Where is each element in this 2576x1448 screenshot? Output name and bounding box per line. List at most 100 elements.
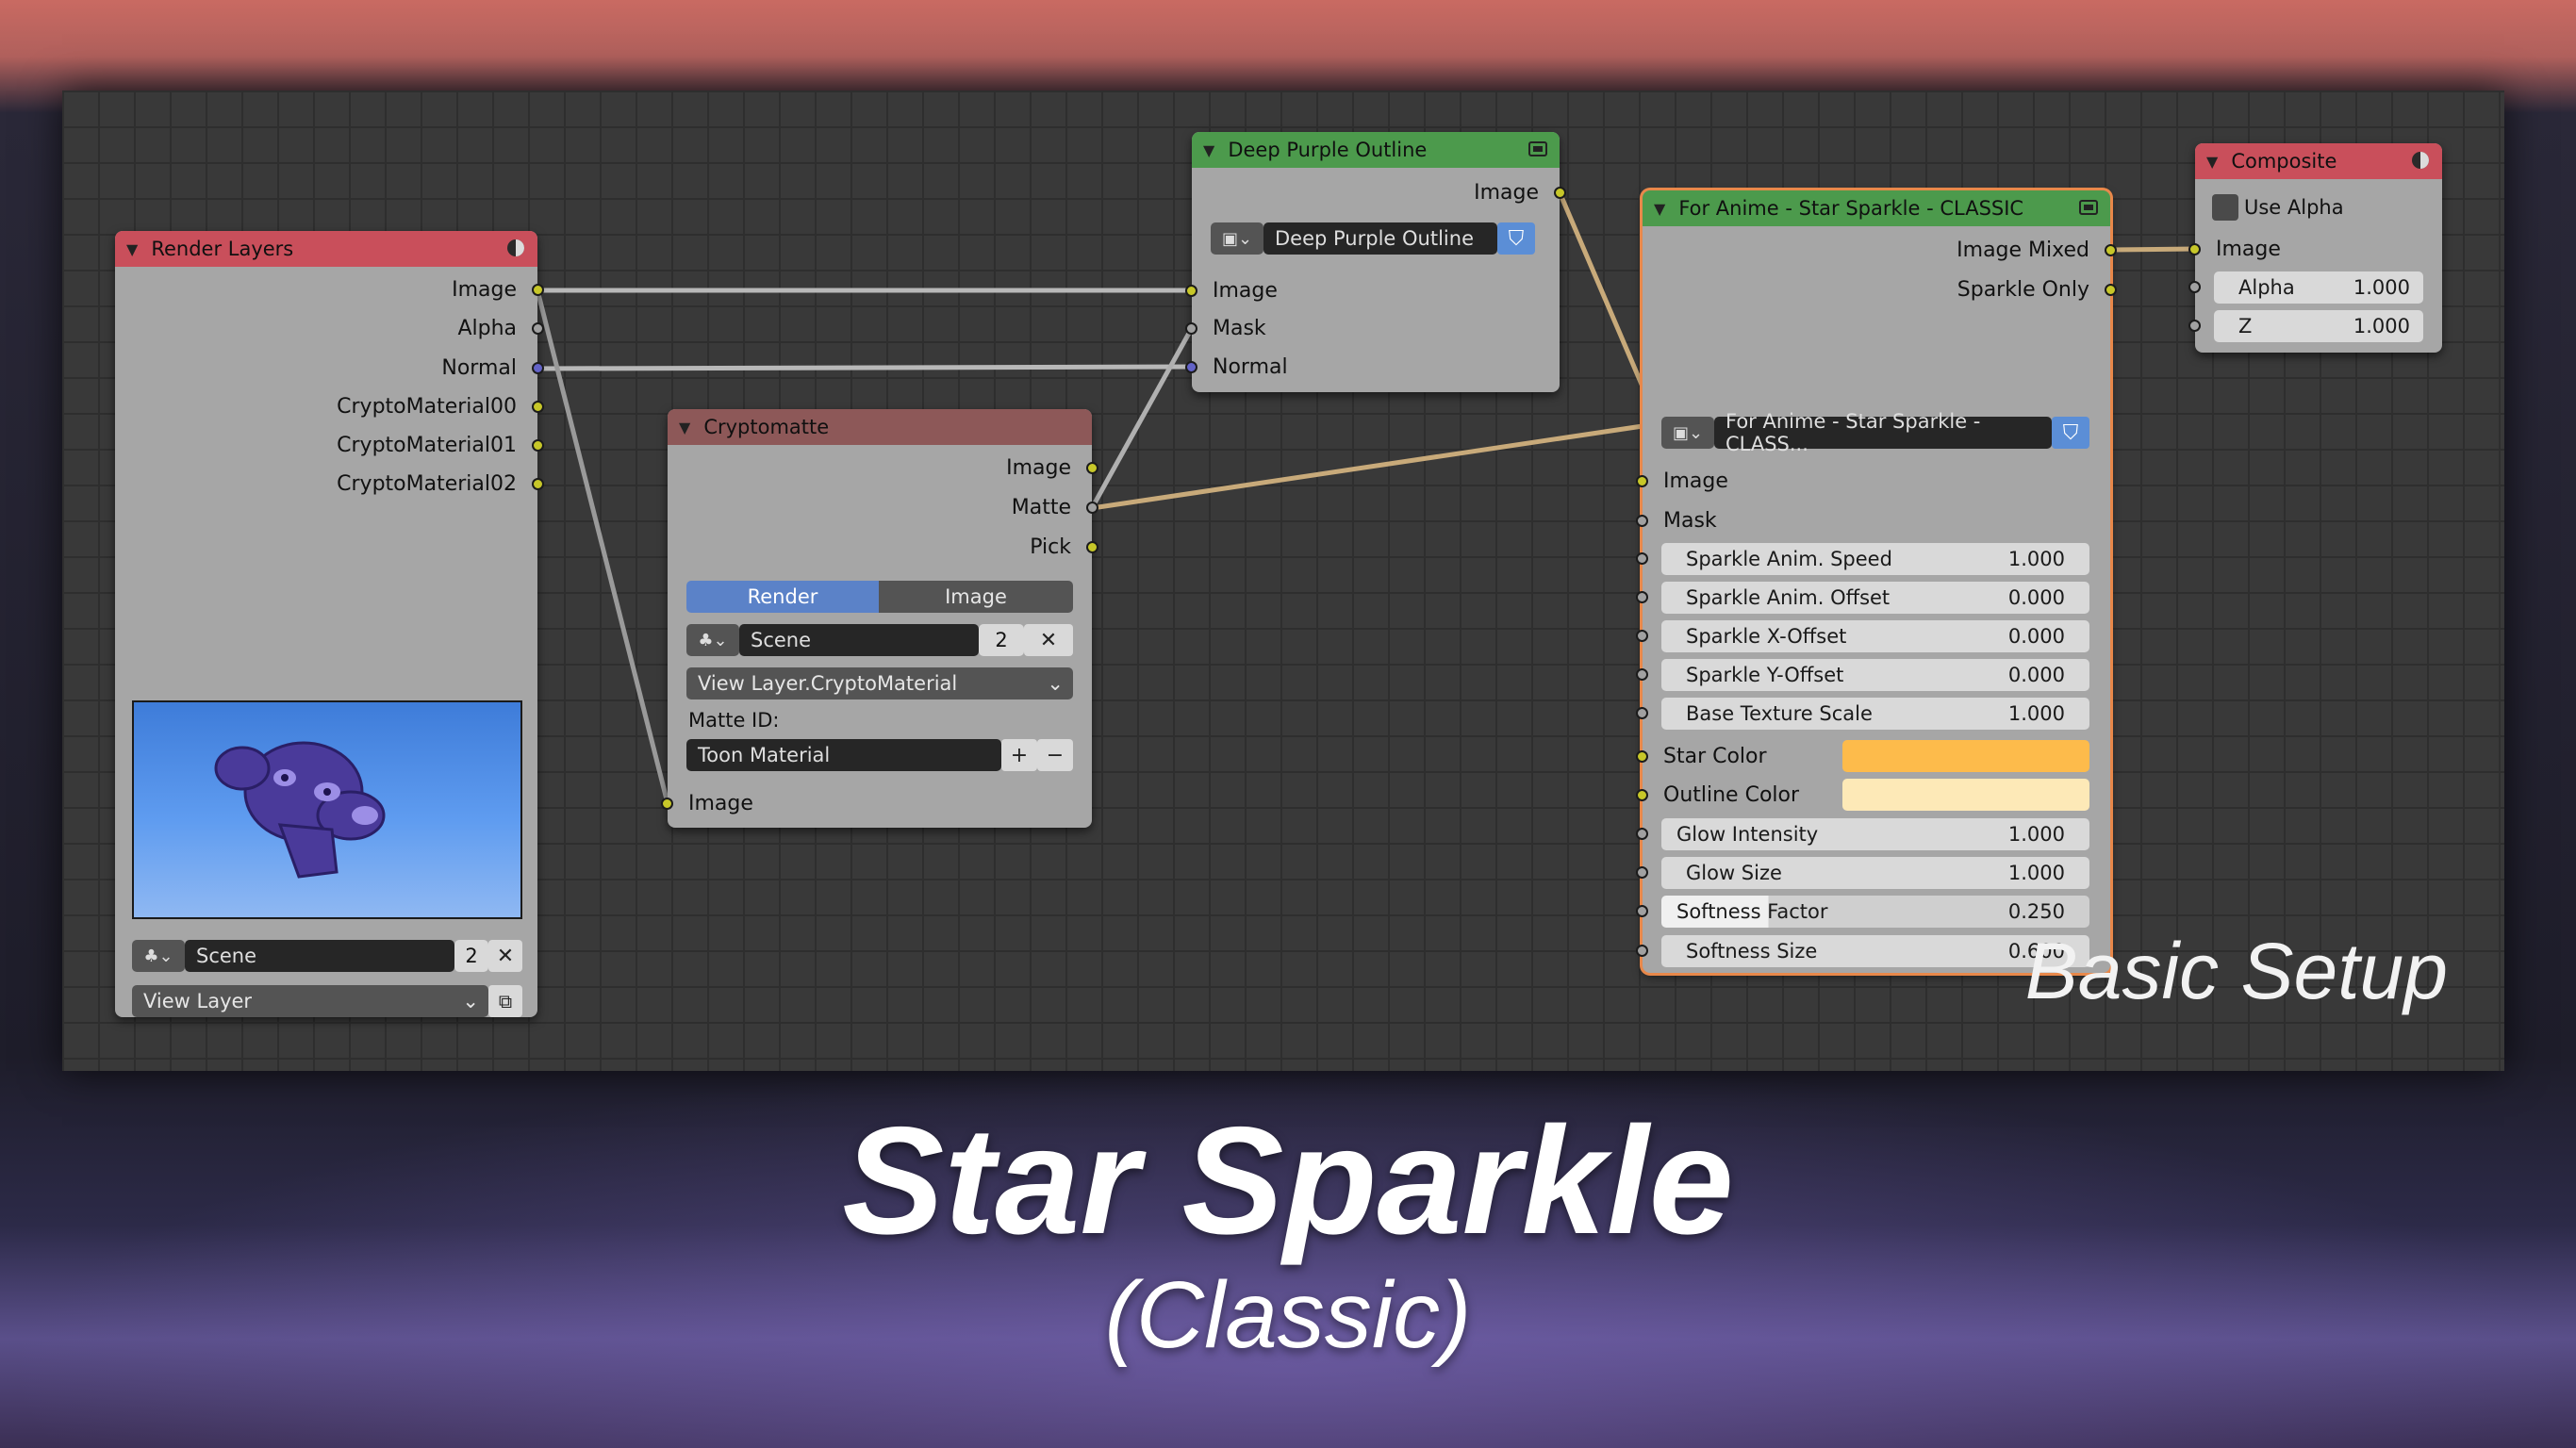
dpo-input-normal: Normal: [1185, 350, 1560, 384]
sparkle-input-mask: Mask: [1636, 503, 2110, 537]
socket-outline-color-in[interactable]: [1636, 788, 1648, 801]
socket-param-in[interactable]: [1636, 866, 1648, 879]
link-sparkle-mixed-composite-image: [2109, 246, 2196, 253]
socket-alpha-out[interactable]: [532, 321, 544, 335]
socket-cm02-out[interactable]: [532, 477, 544, 490]
use-alpha-checkbox[interactable]: [2212, 194, 2238, 221]
view-layer-select[interactable]: View Layer ⌄: [132, 985, 488, 1017]
star-sparkle-node[interactable]: ▼ For Anime - Star Sparkle - CLASSIC Ima…: [1636, 190, 2117, 973]
fake-user-shield-icon[interactable]: ⛉: [1497, 222, 1535, 255]
dpo-group-name-field[interactable]: Deep Purple Outline: [1263, 222, 1497, 255]
socket-sparkle-image-in[interactable]: [1636, 474, 1648, 487]
socket-image-mixed-out[interactable]: [2105, 243, 2117, 256]
socket-crypto-matte-out[interactable]: [1086, 501, 1098, 514]
tab-render[interactable]: Render: [686, 581, 879, 613]
link-rl-normal-dpo-normal: [537, 364, 1193, 371]
socket-param-in[interactable]: [1636, 905, 1648, 917]
collapse-triangle-icon[interactable]: ▼: [1654, 200, 1665, 218]
fake-user-shield-icon[interactable]: ⛉: [2052, 417, 2089, 449]
composite-node[interactable]: ▼ Composite Use Alpha Image Alpha 1.000 Z…: [2188, 143, 2442, 353]
matte-id-field[interactable]: Toon Material: [686, 739, 1001, 771]
collapse-triangle-icon[interactable]: ▼: [1203, 141, 1214, 159]
collapse-triangle-icon[interactable]: ▼: [679, 419, 690, 436]
outline-color-swatch[interactable]: [1842, 779, 2089, 811]
sparkle-anim-offset-field[interactable]: Sparkle Anim. Offset 0.000: [1661, 582, 2089, 614]
sparkle-y-offset-field[interactable]: Sparkle Y-Offset 0.000: [1661, 659, 2089, 691]
star-color-swatch[interactable]: [1842, 740, 2089, 772]
sparkle-output-sparkle-only: Sparkle Only: [1643, 272, 2117, 306]
group-browse-button[interactable]: ▣⌄: [1211, 222, 1263, 255]
socket-crypto-image-out[interactable]: [1086, 461, 1098, 474]
socket-z-in[interactable]: [2188, 320, 2201, 332]
group-browse-button[interactable]: ▣⌄: [1661, 417, 1714, 449]
socket-param-in[interactable]: [1636, 707, 1648, 719]
scene-browse-button[interactable]: ♣⌄: [132, 940, 185, 972]
socket-param-in[interactable]: [1636, 591, 1648, 603]
star-sparkle-header[interactable]: ▼ For Anime - Star Sparkle - CLASSIC: [1643, 190, 2110, 226]
output-alpha: Alpha: [115, 311, 544, 345]
composite-header[interactable]: ▼ Composite: [2195, 143, 2442, 179]
crypto-scene-users: 2: [979, 624, 1024, 656]
render-layers-node[interactable]: ▼ Render Layers Image Alpha Normal Crypt…: [115, 231, 544, 1017]
sparkle-x-offset-field[interactable]: Sparkle X-Offset 0.000: [1661, 620, 2089, 652]
chevron-down-icon: ⌄: [462, 990, 479, 1012]
socket-dpo-image-in[interactable]: [1185, 284, 1197, 297]
socket-sparkle-only-out[interactable]: [2105, 283, 2117, 296]
socket-alpha-in[interactable]: [2188, 281, 2201, 293]
crypto-output-pick: Pick: [668, 530, 1098, 564]
socket-param-in[interactable]: [1636, 630, 1648, 642]
render-layers-header[interactable]: ▼ Render Layers: [115, 231, 537, 267]
output-cryptomaterial02: CryptoMaterial02: [115, 467, 544, 501]
socket-cm00-out[interactable]: [532, 400, 544, 413]
socket-sparkle-mask-in[interactable]: [1636, 514, 1648, 527]
glow-size-field[interactable]: Glow Size 1.000: [1661, 857, 2089, 889]
base-texture-scale-field[interactable]: Base Texture Scale 1.000: [1661, 698, 2089, 730]
crypto-scene-field[interactable]: Scene: [739, 624, 979, 656]
sparkle-group-name-field[interactable]: For Anime - Star Sparkle - CLASS...: [1714, 410, 2052, 455]
socket-star-color-in[interactable]: [1636, 749, 1648, 763]
socket-dpo-mask-in[interactable]: [1185, 321, 1197, 335]
dpo-input-mask: Mask: [1185, 311, 1560, 345]
cryptomatte-title: Cryptomatte: [703, 416, 830, 438]
use-alpha-label: Use Alpha: [2244, 196, 2344, 219]
socket-normal-out[interactable]: [532, 361, 544, 374]
composite-z-field[interactable]: Z 1.000: [2214, 310, 2423, 342]
socket-crypto-image-in[interactable]: [661, 797, 673, 810]
cryptomatte-header[interactable]: ▼ Cryptomatte: [668, 409, 1092, 445]
socket-crypto-pick-out[interactable]: [1086, 540, 1098, 553]
remove-matte-icon[interactable]: −: [1037, 739, 1073, 771]
deep-purple-outline-node[interactable]: ▼ Deep Purple Outline Image ▣⌄ Deep Purp…: [1185, 132, 1566, 392]
socket-param-in[interactable]: [1636, 945, 1648, 957]
socket-composite-image-in[interactable]: [2188, 242, 2201, 255]
node-group-icon: [2079, 200, 2098, 215]
softness-factor-field[interactable]: Softness Factor 0.250: [1661, 896, 2089, 928]
node-editor-canvas[interactable]: ▼ Render Layers Image Alpha Normal Crypt…: [62, 90, 2504, 1071]
copy-view-layer-icon[interactable]: ⧉: [488, 985, 522, 1017]
socket-param-in[interactable]: [1636, 668, 1648, 681]
collapse-triangle-icon[interactable]: ▼: [126, 240, 138, 258]
scene-unlink-icon[interactable]: ✕: [488, 940, 522, 972]
output-cryptomaterial01: CryptoMaterial01: [115, 428, 544, 462]
collapse-triangle-icon[interactable]: ▼: [2206, 153, 2218, 171]
crypto-layer-select[interactable]: View Layer.CryptoMaterial ⌄: [686, 667, 1073, 699]
scene-name-field[interactable]: Scene: [185, 940, 454, 972]
scene-browse-button[interactable]: ♣⌄: [686, 624, 739, 656]
socket-param-in[interactable]: [1636, 828, 1648, 840]
socket-param-in[interactable]: [1636, 552, 1648, 565]
socket-dpo-image-out[interactable]: [1554, 186, 1566, 199]
node-group-icon: [1528, 141, 1547, 156]
composite-title: Composite: [2231, 150, 2337, 173]
crypto-scene-unlink-icon[interactable]: ✕: [1024, 624, 1073, 656]
cryptomatte-node[interactable]: ▼ Cryptomatte Image Matte Pick Render Im…: [661, 409, 1098, 828]
output-normal: Normal: [115, 351, 544, 385]
socket-image-out[interactable]: [532, 283, 544, 296]
deep-purple-title: Deep Purple Outline: [1228, 139, 1428, 161]
add-matte-icon[interactable]: +: [1001, 739, 1037, 771]
tab-image[interactable]: Image: [879, 581, 1073, 613]
socket-cm01-out[interactable]: [532, 438, 544, 452]
composite-alpha-field[interactable]: Alpha 1.000: [2214, 272, 2423, 304]
glow-intensity-field[interactable]: Glow Intensity 1.000: [1661, 818, 2089, 850]
sparkle-anim-speed-field[interactable]: Sparkle Anim. Speed 1.000: [1661, 543, 2089, 575]
socket-dpo-normal-in[interactable]: [1185, 360, 1197, 373]
deep-purple-header[interactable]: ▼ Deep Purple Outline: [1192, 132, 1560, 168]
